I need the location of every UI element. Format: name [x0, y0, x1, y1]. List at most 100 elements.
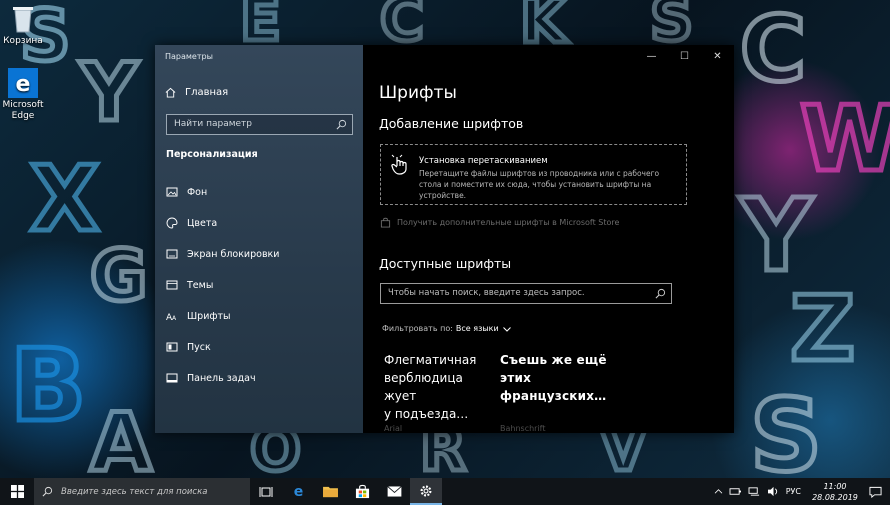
font-sample-line: Съешь же ещё	[500, 353, 607, 367]
font-sample-line: Флегматичная	[384, 353, 477, 367]
sidebar-item-label: Цвета	[187, 217, 218, 229]
network-icon[interactable]	[748, 486, 761, 497]
folder-icon	[322, 486, 338, 498]
font-name: Bahnschrift	[500, 424, 546, 433]
font-sample-line: этих	[500, 371, 532, 385]
taskbar-search-placeholder: Введите здесь текст для поиска	[61, 486, 208, 497]
sidebar-item-background[interactable]: Фон	[166, 186, 207, 198]
picture-icon	[166, 187, 178, 197]
sidebar-item-taskbar[interactable]: Панель задач	[166, 372, 256, 384]
hand-pointer-icon	[391, 154, 407, 175]
taskbar-settings[interactable]	[410, 478, 442, 505]
desktop-icon-label: Корзина	[3, 36, 43, 46]
mail-icon	[386, 486, 402, 497]
gear-icon	[420, 485, 432, 496]
drop-zone-description: Перетащите файлы шрифтов из проводника и…	[419, 169, 660, 200]
svg-text:S: S	[750, 377, 822, 478]
sidebar-item-label: Пуск	[187, 341, 211, 353]
window-controls: — ☐ ✕	[635, 45, 734, 67]
font-sample-line: верблюдица	[384, 371, 463, 385]
sidebar-item-colors[interactable]: Цвета	[166, 217, 217, 229]
home-icon	[165, 87, 176, 98]
sidebar-item-fonts[interactable]: AA Шрифты	[166, 310, 231, 323]
desktop-icon-edge[interactable]: e Microsoft Edge	[0, 68, 46, 122]
chevron-up-icon[interactable]	[714, 488, 723, 495]
taskbar-search-input[interactable]: Введите здесь текст для поиска	[34, 478, 250, 505]
settings-search-input[interactable]: Найти параметр	[166, 114, 353, 135]
svg-text:W: W	[800, 87, 890, 192]
settings-window: Параметры Главная Найти параметр Персона…	[155, 45, 734, 433]
recycle-bin-icon	[13, 7, 33, 33]
search-icon	[42, 486, 53, 497]
desktop-icon-label: Microsoft Edge	[2, 100, 44, 121]
clock-time: 11:00	[823, 481, 847, 491]
volume-icon[interactable]	[767, 486, 780, 497]
search-icon[interactable]	[336, 119, 347, 130]
svg-text:e: e	[293, 484, 303, 499]
task-view-button[interactable]	[250, 478, 282, 505]
chevron-down-icon	[502, 326, 511, 332]
svg-text:e: e	[16, 72, 31, 97]
themes-icon	[166, 280, 178, 290]
filter-label: Фильтровать по:	[382, 324, 453, 333]
lock-screen-icon	[166, 249, 178, 259]
taskbar-clock[interactable]: 11:00 28.08.2019	[807, 481, 863, 503]
drop-zone-title: Установка перетаскиванием	[419, 156, 548, 166]
taskbar-mail[interactable]	[378, 478, 410, 505]
edge-icon: e	[8, 68, 38, 98]
battery-icon[interactable]	[729, 486, 742, 497]
sidebar-item-themes[interactable]: Темы	[166, 279, 213, 291]
font-search-input[interactable]: Чтобы начать поиск, введите здесь запрос…	[380, 283, 672, 304]
svg-text:C: C	[740, 0, 806, 102]
settings-sidebar: Параметры Главная Найти параметр Персона…	[155, 45, 363, 433]
language-indicator[interactable]: РУС	[786, 487, 801, 496]
search-icon[interactable]	[655, 288, 666, 299]
font-card-arial[interactable]: Флегматичная верблюдица жует у подъезда……	[384, 351, 492, 433]
taskbar-store[interactable]	[346, 478, 378, 505]
close-button[interactable]: ✕	[701, 45, 734, 67]
windows-logo-icon	[10, 485, 24, 498]
settings-content: — ☐ ✕ Шрифты Добавление шрифтов Установк…	[363, 45, 734, 433]
settings-search-placeholder: Найти параметр	[174, 119, 252, 129]
start-button[interactable]	[0, 478, 34, 505]
taskbar-edge[interactable]: e	[282, 478, 314, 505]
store-link[interactable]: Получить дополнительные шрифты в Microso…	[380, 217, 619, 228]
font-drop-zone[interactable]: Установка перетаскиванием Перетащите фай…	[380, 144, 687, 205]
svg-text:A: A	[90, 396, 152, 478]
clock-date: 28.08.2019	[812, 492, 858, 502]
taskbar-file-explorer[interactable]	[314, 478, 346, 505]
start-icon	[166, 342, 178, 352]
taskbar: Введите здесь текст для поиска e РУС 11:…	[0, 478, 890, 505]
notifications-icon[interactable]	[869, 486, 882, 498]
svg-text:X: X	[30, 147, 99, 252]
add-fonts-heading: Добавление шрифтов	[379, 116, 524, 131]
sidebar-item-lock-screen[interactable]: Экран блокировки	[166, 248, 279, 260]
window-title: Параметры	[165, 52, 213, 61]
store-icon	[380, 217, 391, 228]
sidebar-item-label: Экран блокировки	[187, 248, 280, 260]
sidebar-home-label: Главная	[185, 87, 229, 98]
sidebar-item-start[interactable]: Пуск	[166, 341, 211, 353]
system-tray: РУС 11:00 28.08.2019	[714, 478, 890, 505]
store-icon	[355, 484, 369, 499]
font-sample-line: у подъезда…	[384, 407, 469, 421]
palette-icon	[166, 217, 178, 229]
sidebar-item-label: Темы	[187, 279, 214, 291]
store-link-label: Получить дополнительные шрифты в Microso…	[397, 218, 620, 227]
font-sample-line: жует	[384, 389, 417, 403]
font-search-placeholder: Чтобы начать поиск, введите здесь запрос…	[388, 288, 585, 298]
svg-text:Y: Y	[79, 46, 139, 139]
available-fonts-heading: Доступные шрифты	[379, 256, 512, 271]
taskbar-icon	[166, 373, 178, 383]
maximize-button[interactable]: ☐	[668, 45, 701, 67]
language-filter[interactable]: Фильтровать по: Все языки	[382, 324, 512, 333]
task-view-icon	[259, 486, 273, 497]
font-card-bahnschrift[interactable]: Съешь же ещё этих французских… Bahnschri…	[500, 351, 608, 433]
desktop-icon-recycle-bin[interactable]: Корзина	[0, 4, 46, 47]
edge-icon: e	[293, 484, 303, 499]
font-name: Arial	[384, 424, 403, 433]
sidebar-home[interactable]: Главная	[165, 87, 228, 98]
minimize-button[interactable]: —	[635, 45, 668, 67]
svg-text:Z: Z	[790, 277, 855, 382]
filter-value: Все языки	[455, 324, 499, 333]
